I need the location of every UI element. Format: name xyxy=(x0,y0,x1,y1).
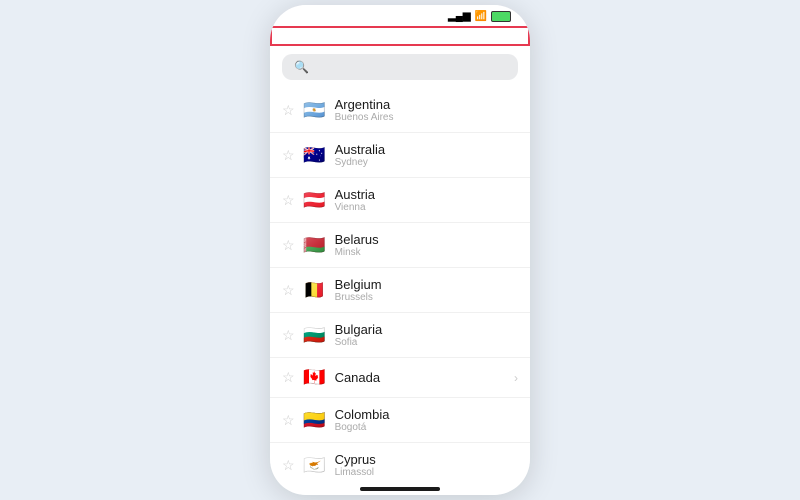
search-input[interactable]: 🔍 xyxy=(282,54,518,80)
location-city: Vienna xyxy=(335,202,518,213)
home-indicator xyxy=(360,487,440,491)
status-icons: ▂▄▆ 📶 xyxy=(448,11,514,22)
favorite-icon[interactable]: ☆ xyxy=(282,102,295,119)
location-info: Australia Sydney xyxy=(335,142,518,168)
location-city: Limassol xyxy=(335,467,518,475)
location-info: Belarus Minsk xyxy=(335,232,518,258)
location-name: Colombia xyxy=(335,407,518,422)
list-item[interactable]: ☆ 🇨🇾 Cyprus Limassol xyxy=(270,443,530,475)
list-item[interactable]: ☆ 🇧🇾 Belarus Minsk xyxy=(270,223,530,268)
list-item[interactable]: ☆ 🇨🇦 Canada › xyxy=(270,358,530,398)
search-bar: 🔍 xyxy=(270,46,530,88)
location-name: Australia xyxy=(335,142,518,157)
location-name: Canada xyxy=(335,370,506,385)
country-flag: 🇨🇴 xyxy=(303,410,327,431)
wifi-icon: 📶 xyxy=(475,11,487,22)
list-item[interactable]: ☆ 🇦🇹 Austria Vienna xyxy=(270,178,530,223)
country-flag: 🇨🇦 xyxy=(303,367,327,388)
location-city: Sofia xyxy=(335,337,518,348)
location-info: Canada xyxy=(335,370,506,385)
status-bar: ▂▄▆ 📶 xyxy=(270,5,530,26)
phone-frame: ▂▄▆ 📶 🔍 ☆ 🇦🇷 Argentina Buenos Aires ☆ 🇦🇺 xyxy=(270,5,530,495)
list-item[interactable]: ☆ 🇦🇷 Argentina Buenos Aires xyxy=(270,88,530,133)
location-city: Buenos Aires xyxy=(335,112,518,123)
favorite-icon[interactable]: ☆ xyxy=(282,412,295,429)
country-flag: 🇦🇷 xyxy=(303,100,327,121)
list-item[interactable]: ☆ 🇧🇬 Bulgaria Sofia xyxy=(270,313,530,358)
location-name: Bulgaria xyxy=(335,322,518,337)
country-flag: 🇧🇪 xyxy=(303,280,327,301)
location-info: Colombia Bogotá xyxy=(335,407,518,433)
favorite-icon[interactable]: ☆ xyxy=(282,192,295,209)
country-flag: 🇦🇺 xyxy=(303,145,327,166)
nav-bar xyxy=(270,26,530,46)
list-item[interactable]: ☆ 🇦🇺 Australia Sydney xyxy=(270,133,530,178)
list-item[interactable]: ☆ 🇨🇴 Colombia Bogotá xyxy=(270,398,530,443)
location-name: Cyprus xyxy=(335,452,518,467)
location-city: Brussels xyxy=(335,292,518,303)
location-info: Belgium Brussels xyxy=(335,277,518,303)
location-city: Sydney xyxy=(335,157,518,168)
location-name: Austria xyxy=(335,187,518,202)
search-icon: 🔍 xyxy=(294,60,309,74)
list-item[interactable]: ☆ 🇧🇪 Belgium Brussels xyxy=(270,268,530,313)
location-name: Belgium xyxy=(335,277,518,292)
favorite-icon[interactable]: ☆ xyxy=(282,369,295,386)
favorite-icon[interactable]: ☆ xyxy=(282,282,295,299)
battery-icon xyxy=(491,11,511,22)
location-info: Bulgaria Sofia xyxy=(335,322,518,348)
location-name: Belarus xyxy=(335,232,518,247)
favorite-icon[interactable]: ☆ xyxy=(282,237,295,254)
country-flag: 🇦🇹 xyxy=(303,190,327,211)
country-flag: 🇧🇾 xyxy=(303,235,327,256)
bottom-bar xyxy=(270,475,530,495)
signal-icon: ▂▄▆ xyxy=(448,11,470,22)
country-flag: 🇧🇬 xyxy=(303,325,327,346)
favorite-icon[interactable]: ☆ xyxy=(282,327,295,344)
location-city: Minsk xyxy=(335,247,518,258)
locations-list: ☆ 🇦🇷 Argentina Buenos Aires ☆ 🇦🇺 Austral… xyxy=(270,88,530,475)
location-info: Cyprus Limassol xyxy=(335,452,518,475)
favorite-icon[interactable]: ☆ xyxy=(282,147,295,164)
chevron-right-icon: › xyxy=(514,371,518,385)
location-info: Austria Vienna xyxy=(335,187,518,213)
location-city: Bogotá xyxy=(335,422,518,433)
country-flag: 🇨🇾 xyxy=(303,455,327,476)
location-name: Argentina xyxy=(335,97,518,112)
location-info: Argentina Buenos Aires xyxy=(335,97,518,123)
favorite-icon[interactable]: ☆ xyxy=(282,457,295,474)
